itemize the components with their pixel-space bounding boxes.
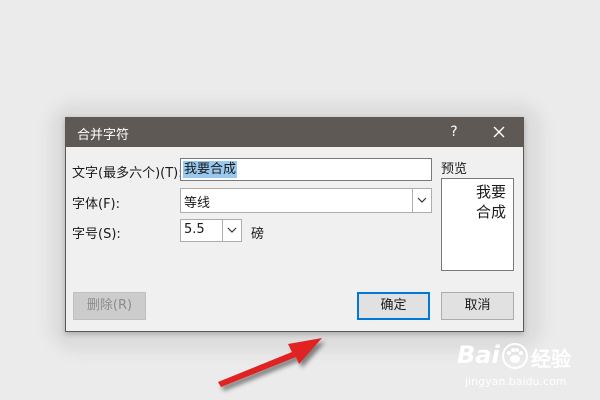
watermark-brand: Bai xyxy=(457,341,500,369)
paw-icon xyxy=(502,343,528,369)
watermark-suffix: 经验 xyxy=(531,347,571,371)
watermark-url: jingyan.baidu.com xyxy=(465,375,567,388)
baidu-jingyan-watermark: Bai 经验 jingyan.baidu.com xyxy=(455,339,595,394)
